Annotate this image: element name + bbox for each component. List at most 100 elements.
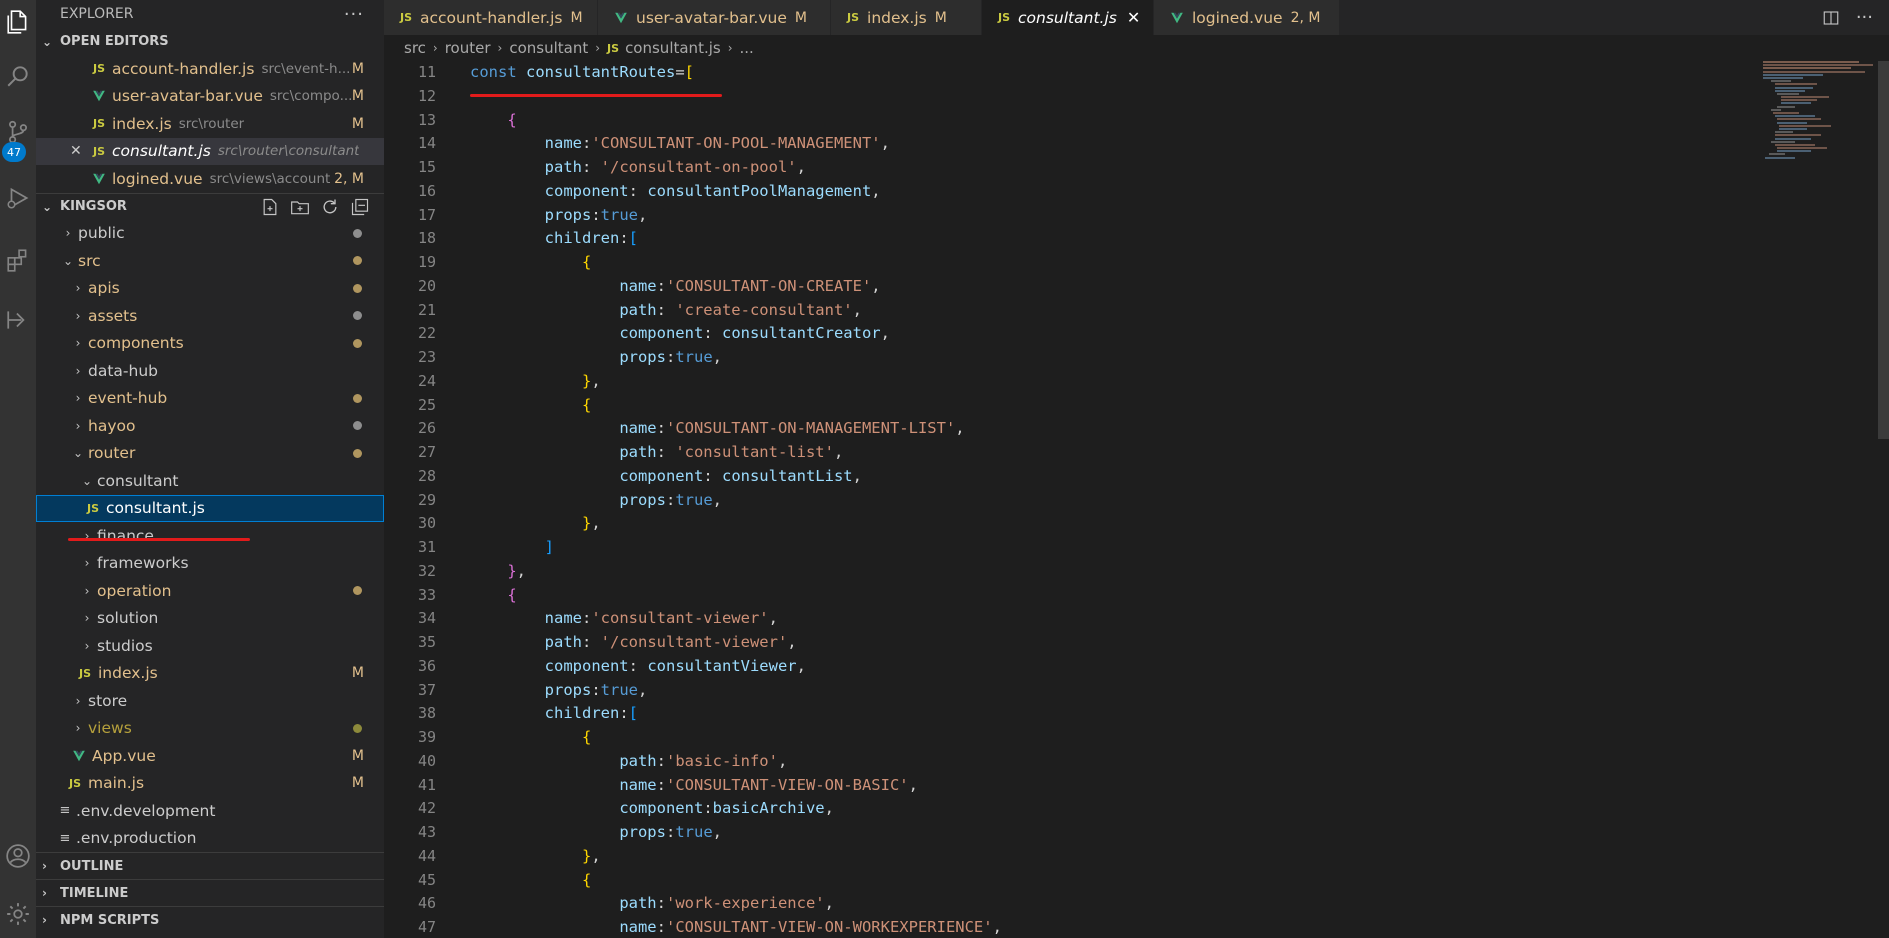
tree-folder[interactable]: ⌄ consultant — [36, 467, 384, 495]
breadcrumb-item[interactable]: consultant.js — [625, 39, 721, 57]
tab-logined[interactable]: logined.vue 2, M — [1154, 0, 1340, 35]
tree-folder[interactable]: › data-hub — [36, 357, 384, 385]
chevron-down-icon: ⌄ — [81, 473, 93, 488]
timeline-header[interactable]: › TIMELINE — [36, 879, 384, 906]
git-status: M — [351, 88, 364, 105]
open-editor-item[interactable]: logined.vue src\views\account 2, M — [36, 165, 384, 193]
tab-account-handler[interactable]: JS account-handler.js M — [384, 0, 598, 35]
tree-folder[interactable]: › frameworks — [36, 550, 384, 578]
tree-label: finance — [97, 526, 154, 545]
refresh-icon[interactable] — [320, 197, 340, 217]
tree-folder[interactable]: ⌄ router — [36, 440, 384, 468]
minimap[interactable] — [1763, 61, 1878, 221]
chevron-down-icon: ⌄ — [72, 446, 84, 461]
more-actions-icon[interactable]: ··· — [344, 4, 364, 25]
tree-folder[interactable]: › apis — [36, 275, 384, 303]
line-number: 29 — [417, 490, 436, 509]
chevron-right-icon: › — [75, 308, 81, 323]
activity-bar: 47 — [0, 0, 36, 938]
open-editor-name: user-avatar-bar.vue — [112, 87, 263, 106]
split-editor-icon[interactable] — [1822, 9, 1840, 27]
open-editor-name: logined.vue — [112, 169, 203, 188]
project-label: KINGSOR — [60, 199, 127, 214]
status-dot — [353, 228, 362, 238]
chevron-right-icon: › — [75, 281, 81, 296]
settings-file-icon: ≡ — [59, 803, 71, 819]
line-number: 40 — [417, 751, 436, 770]
search-icon[interactable] — [0, 54, 36, 98]
section-label: TIMELINE — [60, 885, 129, 901]
project-header[interactable]: ⌄ KINGSOR — [36, 192, 384, 220]
status-dot — [353, 448, 362, 458]
breadcrumb-item[interactable]: consultant — [509, 39, 588, 57]
collapse-all-icon[interactable] — [350, 197, 370, 217]
tree-folder[interactable]: › studios — [36, 632, 384, 660]
open-editor-name: index.js — [112, 114, 172, 133]
tab-label: logined.vue — [1192, 8, 1283, 27]
close-icon[interactable]: ✕ — [1127, 8, 1140, 27]
section-label: NPM SCRIPTS — [60, 912, 160, 928]
run-debug-icon[interactable] — [0, 176, 36, 220]
close-icon[interactable]: ✕ — [70, 143, 82, 159]
open-editors-header[interactable]: ⌄ OPEN EDITORS — [36, 28, 384, 55]
npm-scripts-header[interactable]: › NPM SCRIPTS — [36, 906, 384, 933]
tree-file-selected[interactable]: JS consultant.js — [36, 494, 384, 522]
open-editor-name: account-handler.js — [112, 59, 255, 78]
tree-folder[interactable]: › assets — [36, 302, 384, 330]
tree-label: main.js — [88, 774, 145, 793]
code-editor[interactable]: 11 12 13 14 15 16 17 18 19 20 21 22 23 2… — [384, 61, 1889, 938]
remote-icon[interactable] — [0, 298, 36, 342]
open-editor-path: src\views\account — [209, 170, 331, 187]
chevron-right-icon: › — [84, 611, 90, 626]
open-editor-path: src\compo... — [269, 88, 353, 105]
line-number: 31 — [417, 538, 436, 556]
tree-file[interactable]: JS main.js M — [36, 770, 384, 798]
tree-folder[interactable]: › public — [36, 220, 384, 248]
line-number: 41 — [417, 775, 436, 794]
open-editor-item[interactable]: user-avatar-bar.vue src\compo... M — [36, 83, 384, 111]
section-label: OUTLINE — [60, 858, 124, 874]
open-editor-item[interactable]: JS index.js src\router M — [36, 110, 384, 138]
breadcrumb-item[interactable]: ... — [740, 39, 754, 57]
extensions-icon[interactable] — [0, 238, 36, 282]
git-status: 2, M — [334, 170, 364, 187]
files-icon[interactable] — [0, 0, 36, 44]
tree-file[interactable]: JS index.js M — [36, 660, 384, 688]
more-actions-icon[interactable]: ··· — [1856, 7, 1873, 28]
tree-folder[interactable]: › store — [36, 687, 384, 715]
code-line: name:'CONSULTANT-ON-CREATE', — [619, 276, 881, 295]
tab-consultant[interactable]: JS consultant.js ✕ — [982, 0, 1154, 35]
tree-file[interactable]: ≡ .env.production — [36, 825, 384, 853]
code-line: path: '/consultant-on-pool', — [544, 158, 806, 176]
open-editor-item[interactable]: JS account-handler.js src\event-h... M — [36, 55, 384, 83]
tree-label: studios — [97, 636, 153, 655]
line-number: 44 — [417, 846, 436, 865]
line-number: 17 — [417, 205, 436, 224]
tree-folder[interactable]: › hayoo — [36, 412, 384, 440]
tree-folder[interactable]: › solution — [36, 605, 384, 633]
outline-header[interactable]: › OUTLINE — [36, 852, 384, 879]
tree-file[interactable]: ≡ .env.development — [36, 797, 384, 825]
code-line: { — [507, 585, 517, 604]
tree-folder[interactable]: › finance — [36, 522, 384, 550]
settings-icon[interactable] — [0, 892, 36, 936]
tree-folder[interactable]: › operation — [36, 577, 384, 605]
new-folder-icon[interactable] — [290, 197, 310, 217]
tree-folder[interactable]: ⌄ src — [36, 247, 384, 275]
open-editor-item-active[interactable]: ✕ JS consultant.js src\router\consultant — [36, 137, 384, 165]
chevron-right-icon: › — [42, 859, 47, 873]
breadcrumb-item[interactable]: src — [404, 39, 426, 57]
breadcrumb-item[interactable]: router — [445, 39, 491, 57]
chevron-right-icon: › — [75, 418, 81, 433]
tree-folder[interactable]: › event-hub — [36, 385, 384, 413]
tree-file[interactable]: App.vue M — [36, 742, 384, 770]
tree-folder[interactable]: › views — [36, 715, 384, 743]
line-number: 33 — [417, 585, 436, 604]
tree-folder[interactable]: › components — [36, 330, 384, 358]
code-line: path: '/consultant-viewer', — [544, 633, 797, 651]
editor-scrollbar[interactable] — [1878, 61, 1889, 439]
tab-index[interactable]: JS index.js M — [831, 0, 982, 35]
new-file-icon[interactable] — [260, 197, 280, 217]
tab-user-avatar-bar[interactable]: user-avatar-bar.vue M — [598, 0, 831, 35]
account-icon[interactable] — [0, 834, 36, 878]
